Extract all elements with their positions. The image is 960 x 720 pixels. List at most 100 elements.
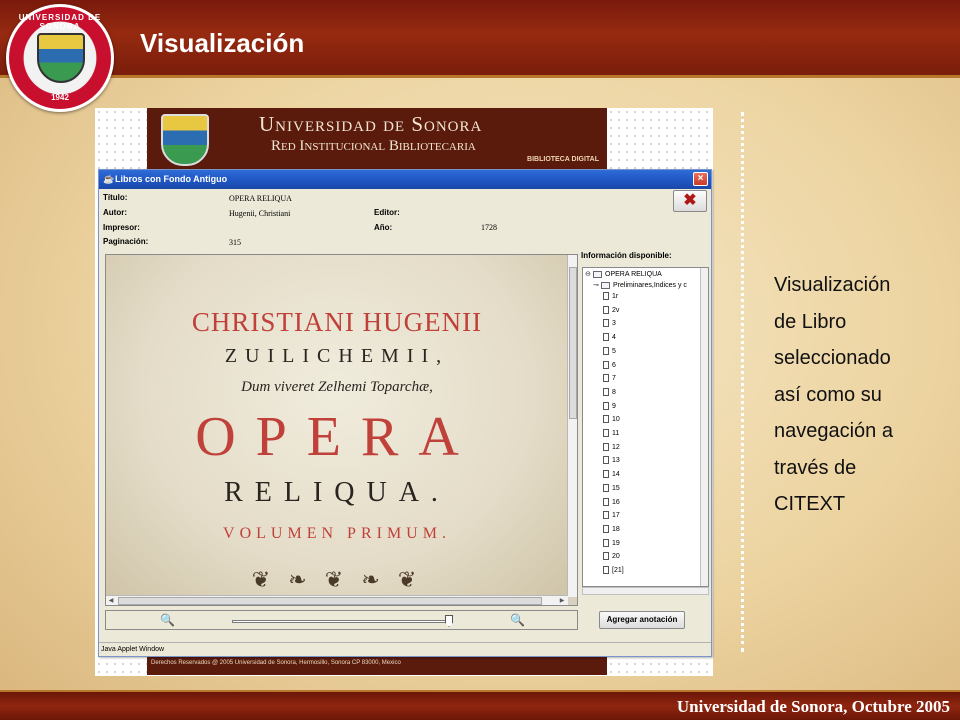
author-value: Hugenii, Christiani	[229, 209, 291, 218]
tree-page-item[interactable]: 14	[603, 470, 620, 479]
seal-top-text: UNIVERSIDAD DE SONORA	[18, 13, 102, 31]
folder-icon	[601, 281, 610, 289]
tree-folder-item[interactable]: ⊸ Preliminares,Indices y c	[593, 281, 687, 289]
copyright-bar: Derechos Reservados @ 2005 Universidad d…	[147, 655, 607, 675]
tree-folder-label: Preliminares,Indices y c	[613, 282, 687, 289]
tree-page-item[interactable]: 5	[603, 346, 616, 355]
applet-status-bar: Java Applet Window	[99, 642, 711, 656]
caption-line: través de	[774, 456, 857, 479]
tree-vertical-scrollbar[interactable]	[700, 268, 708, 586]
zoom-in-icon[interactable]: 🔍	[510, 613, 525, 627]
image-horizontal-scroll-thumb[interactable]	[118, 597, 542, 605]
tree-collapse-icon[interactable]: ⊖	[585, 270, 593, 278]
tree-page-label: 1r	[612, 292, 619, 300]
page-document-icon	[603, 401, 609, 410]
tree-page-item[interactable]: 3	[603, 319, 616, 328]
tree-page-label: 14	[612, 470, 620, 478]
copyright-text: Derechos Reservados @ 2005 Universidad d…	[151, 660, 401, 666]
image-vertical-scrollbar[interactable]	[567, 255, 577, 597]
tree-page-item[interactable]: 7	[603, 374, 616, 383]
page-document-icon	[603, 538, 609, 547]
page-document-icon	[603, 333, 609, 342]
tree-page-item[interactable]: 19	[603, 538, 620, 547]
tree-page-label: 7	[612, 375, 616, 383]
slide-title: Visualización	[140, 28, 305, 58]
tree-page-label: 20	[612, 553, 620, 561]
tree-page-label: 19	[612, 539, 620, 547]
tree-page-label: 9	[612, 402, 616, 410]
banner-subtitle: Red Institucional Bibliotecaria	[271, 138, 476, 154]
caption-line: de Libro	[774, 310, 847, 333]
book-viewer-window[interactable]: ☕ Libros con Fondo Antiguo × Título: OPE…	[98, 169, 712, 657]
tree-page-item[interactable]: 9	[603, 401, 616, 410]
java-icon: ☕	[103, 174, 115, 184]
zoom-slider-track[interactable]	[232, 620, 452, 623]
tree-page-label: 6	[612, 361, 616, 369]
zoom-out-icon[interactable]: 🔍	[160, 613, 175, 627]
book-page-image: CHRISTIANI HUGENII ZUILICHEMII, Dum vive…	[106, 255, 568, 597]
close-book-button[interactable]: ✖	[673, 190, 707, 212]
tree-page-item[interactable]: 15	[603, 483, 620, 492]
digital-library-badge: BIBLIOTECA DIGITAL	[527, 156, 599, 163]
tree-page-item[interactable]: 10	[603, 415, 620, 424]
tree-page-label: 15	[612, 484, 620, 492]
pagination-value: 315	[229, 238, 241, 247]
window-titlebar[interactable]: ☕ Libros con Fondo Antiguo ×	[99, 170, 711, 189]
dotted-separator	[741, 112, 744, 652]
page-document-icon	[603, 292, 609, 300]
page-document-icon	[603, 360, 609, 369]
page-document-icon	[603, 415, 609, 424]
page-document-icon	[603, 319, 609, 328]
tree-page-item[interactable]: 17	[603, 511, 620, 520]
tree-page-item[interactable]: 6	[603, 360, 616, 369]
caption-line: así como su	[774, 383, 882, 406]
page-document-icon	[603, 470, 609, 479]
zoom-slider-knob[interactable]	[445, 615, 453, 627]
add-annotation-button[interactable]: Agregar anotación	[599, 611, 685, 629]
editor-label: Editor:	[374, 208, 400, 217]
tree-page-label: 2v	[612, 306, 620, 314]
tree-page-item[interactable]: 1r	[603, 292, 618, 300]
scroll-right-arrow-icon[interactable]: ▶	[557, 596, 567, 605]
tree-page-label: [21]	[612, 566, 624, 574]
tree-page-item[interactable]: [21]	[603, 566, 624, 574]
book-line-author: CHRISTIANI HUGENII	[191, 307, 483, 337]
page-document-icon	[603, 387, 609, 396]
tree-root-label: OPERA RELIQUA	[605, 271, 662, 278]
navigation-tree[interactable]: ⊖ OPERA RELIQUA ⊸ Preliminares,Indices y c…	[582, 267, 709, 587]
book-line-reliqua: RELIQUA.	[224, 477, 450, 508]
scroll-left-arrow-icon[interactable]: ◀	[106, 596, 116, 605]
tree-page-item[interactable]: 8	[603, 387, 616, 396]
image-vertical-scroll-thumb[interactable]	[569, 267, 577, 419]
tree-horizontal-scrollbar[interactable]	[582, 587, 709, 595]
caption-line: Visualización	[774, 274, 891, 296]
caption-line: CITEXT	[774, 493, 846, 515]
tree-page-item[interactable]: 12	[603, 442, 620, 451]
window-close-button[interactable]: ×	[693, 172, 708, 186]
tree-root-item[interactable]: ⊖ OPERA RELIQUA	[585, 270, 662, 278]
pagination-label: Paginación:	[103, 237, 149, 246]
tree-page-item[interactable]: 18	[603, 524, 620, 533]
slide-footer: Universidad de Sonora, Octubre 2005	[0, 690, 960, 720]
book-line-volume: VOLUMEN PRIMUM.	[223, 525, 451, 542]
library-banner: Universidad de Sonora Red Institucional …	[147, 108, 607, 170]
tree-expand-icon[interactable]: ⊸	[593, 281, 601, 289]
tree-page-item[interactable]: 20	[603, 552, 620, 561]
page-document-icon	[603, 552, 609, 561]
year-label: Año:	[374, 223, 393, 232]
tree-page-item[interactable]: 13	[603, 456, 620, 465]
info-available-label: Información disponible:	[581, 251, 672, 260]
image-horizontal-scrollbar[interactable]: ◀ ▶	[106, 595, 568, 605]
book-line-opera: OPERA	[195, 406, 479, 468]
tree-page-item[interactable]: 16	[603, 497, 620, 506]
tree-page-label: 10	[612, 416, 620, 424]
caption-line: seleccionado	[774, 347, 891, 369]
title-value: OPERA RELIQUA	[229, 194, 292, 203]
tree-page-label: 16	[612, 498, 620, 506]
page-image-viewport[interactable]: CHRISTIANI HUGENII ZUILICHEMII, Dum vive…	[105, 254, 578, 606]
tree-page-item[interactable]: 11	[603, 429, 619, 437]
tree-page-label: 13	[612, 457, 620, 465]
tree-page-item[interactable]: 4	[603, 333, 616, 342]
title-label: Título:	[103, 193, 128, 202]
tree-page-item[interactable]: 2v	[603, 305, 620, 314]
